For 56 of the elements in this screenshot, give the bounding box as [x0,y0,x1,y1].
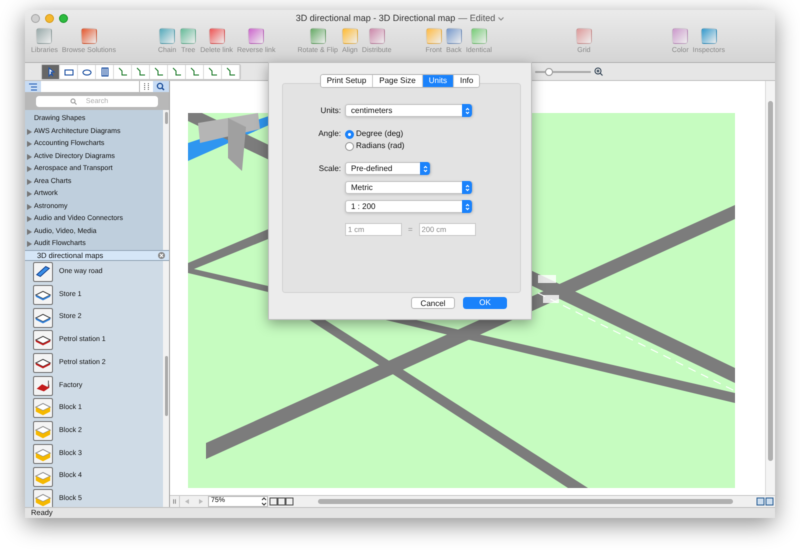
zoom-button[interactable] [59,14,68,22]
toolbar-icon [80,28,97,44]
toolbar-icon [36,28,52,44]
stepper-icon [464,202,470,210]
window-title: 3D directional map - 3D Directional map [296,12,456,25]
zoom-slider[interactable] [535,68,591,76]
toolbar-icon [159,28,176,44]
toolbar-icon [248,28,264,44]
cancel-button[interactable]: Cancel [411,297,455,309]
stepper-icon [464,184,470,192]
radio-option[interactable]: Degree (deg) [345,128,404,140]
close-icon[interactable] [158,252,165,259]
scale-label: Scale: [318,163,341,175]
slider-thumb[interactable] [544,68,553,76]
dialog-tab[interactable]: Units [422,75,453,87]
list-view-icon[interactable] [25,81,41,92]
toolbar-icon [342,28,358,44]
ok-button[interactable]: OK [463,297,507,309]
toolbar-icon [470,28,487,44]
toolbar-icon [672,28,688,44]
toolbar-icon [310,28,326,44]
stepper-icon [464,106,470,114]
radio-option[interactable]: Radians (rad) [345,140,404,152]
chevron-icon [498,16,504,21]
edited-label[interactable]: — Edited [458,12,496,26]
dialog-tab[interactable]: Info [452,75,480,87]
zoom-in-icon[interactable] [594,67,603,76]
drawing-tool-button[interactable] [42,64,60,78]
scrollbar-thumb[interactable] [768,101,773,461]
page-layout-icon[interactable] [268,496,296,507]
fit-icon[interactable] [755,496,775,507]
scale-ratio-dropdown[interactable]: 1 : 200 [345,200,473,213]
stepper-icon [261,497,267,506]
toolbar-icon [368,28,385,44]
pointer-icon [46,66,56,76]
units-dropdown[interactable]: centimeters [345,104,473,117]
equals-sign: = [408,224,413,236]
toolbar-icon [426,28,442,44]
units-label: Units: [320,104,341,116]
scale-system-dropdown[interactable]: Metric [345,181,473,194]
toolbar-icon [576,28,592,44]
close-button[interactable] [31,14,40,22]
angle-label: Angle: [317,128,341,140]
scrollbar-thumb[interactable] [164,356,168,416]
scrollbar-thumb[interactable] [164,112,168,124]
scale-mode-dropdown[interactable]: Pre-defined [345,162,431,175]
minimize-button[interactable] [45,14,54,22]
toolbar-icon [208,28,225,44]
scrollbar-thumb[interactable] [318,499,733,504]
toolbar-icon [700,28,717,44]
toolbar-icon [180,28,196,44]
search-icon[interactable] [153,81,169,92]
stepper-icon [422,164,428,172]
shape-icon [100,66,110,76]
toolbar-icon [446,28,462,44]
search-icon [70,98,77,105]
